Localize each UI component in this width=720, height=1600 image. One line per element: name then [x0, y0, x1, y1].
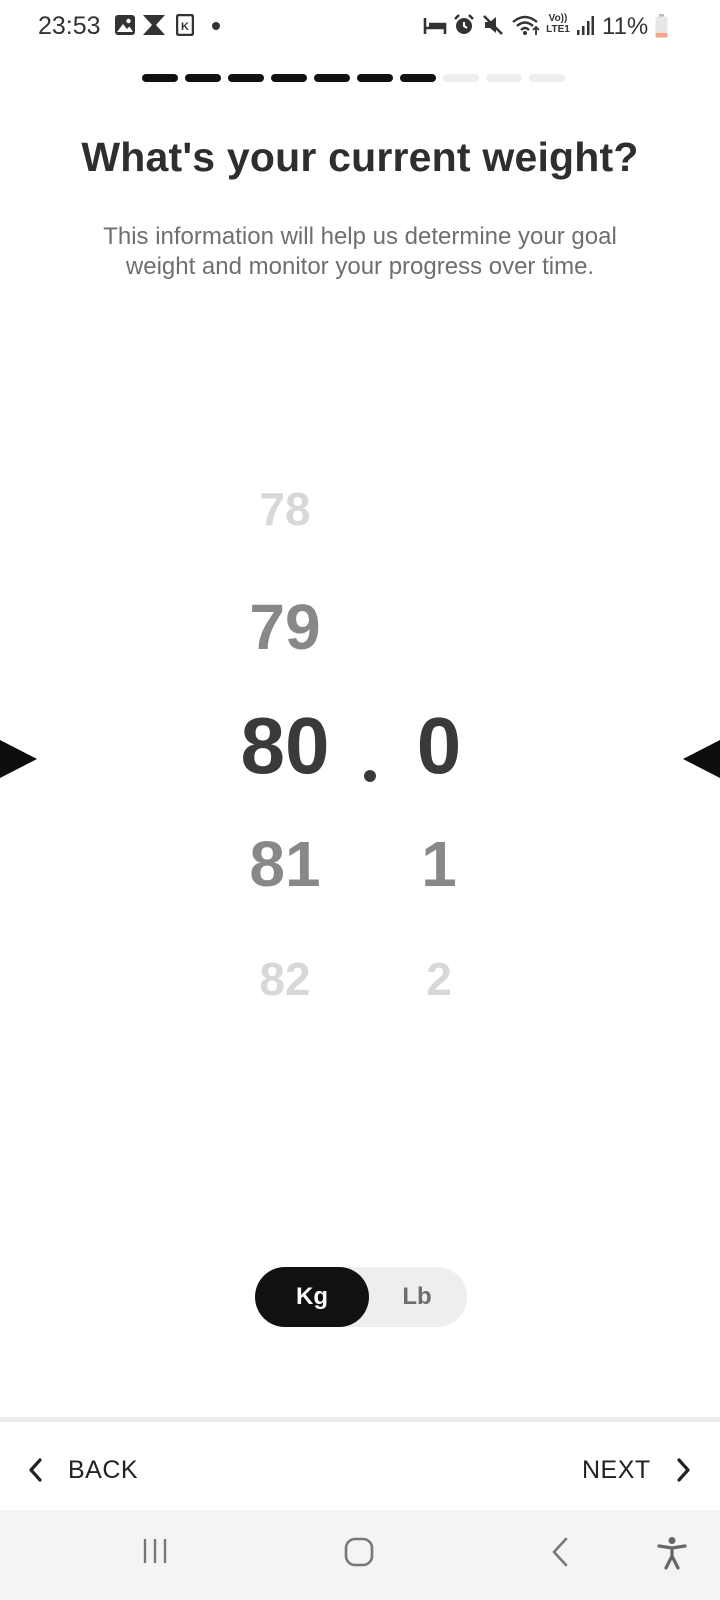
selection-indicator-left	[0, 740, 37, 778]
gallery-icon	[115, 15, 135, 35]
progress-step-complete	[314, 74, 350, 82]
system-navigation-bar	[0, 1510, 720, 1600]
next-button[interactable]: NEXT	[582, 1448, 693, 1492]
accessibility-icon[interactable]	[657, 1536, 687, 1570]
status-time: 23:53	[38, 12, 101, 40]
next-label: NEXT	[582, 1455, 651, 1484]
hourglass-icon	[143, 15, 165, 35]
progress-step-pending	[486, 74, 522, 82]
bottom-divider	[0, 1417, 720, 1422]
signal-icon	[577, 16, 594, 35]
progress-step-complete	[142, 74, 178, 82]
battery-icon	[655, 14, 668, 38]
status-bar: 23:53 K Vo)) LTE1 11%	[0, 0, 720, 52]
mute-icon	[483, 15, 503, 35]
svg-text:K: K	[181, 21, 189, 33]
alarm-icon	[454, 14, 474, 34]
page-subtitle: This information will help us determine …	[103, 223, 617, 280]
wheel-item-selected[interactable]: 0	[369, 700, 509, 792]
system-back-icon[interactable]	[549, 1536, 571, 1568]
wheel-item-selected[interactable]: 80	[215, 700, 355, 792]
wheel-item[interactable]: 1	[369, 827, 509, 901]
home-icon[interactable]	[343, 1536, 375, 1568]
progress-step-complete	[357, 74, 393, 82]
wifi-icon	[512, 15, 540, 35]
back-label: BACK	[68, 1455, 139, 1484]
unit-lb-option[interactable]: Lb	[367, 1267, 467, 1327]
wheel-item[interactable]: 2	[369, 952, 509, 1006]
k-app-icon: K	[176, 14, 194, 36]
notification-dot	[212, 22, 220, 30]
unit-kg-option[interactable]: Kg	[255, 1267, 369, 1327]
progress-step-complete	[185, 74, 221, 82]
progress-step-complete	[271, 74, 307, 82]
back-button[interactable]: BACK	[26, 1448, 138, 1492]
progress-step-pending	[443, 74, 479, 82]
progress-step-complete	[400, 74, 436, 82]
wheel-item[interactable]: 78	[215, 482, 355, 536]
chevron-left-icon	[29, 1458, 42, 1482]
unit-toggle: Lb Kg	[255, 1267, 467, 1327]
recent-apps-icon[interactable]	[140, 1536, 170, 1566]
volte-lte-icon: Vo)) LTE1	[546, 13, 570, 35]
wheel-item[interactable]: 81	[215, 827, 355, 901]
sleep-mode-icon	[423, 18, 447, 34]
page-title: What's your current weight?	[81, 134, 639, 180]
progress-step-pending	[529, 74, 565, 82]
selection-indicator-right	[683, 740, 720, 778]
battery-percent: 11%	[602, 13, 649, 40]
wheel-item[interactable]: 79	[215, 590, 355, 664]
chevron-right-icon	[677, 1458, 690, 1482]
wheel-item[interactable]: 82	[215, 952, 355, 1006]
progress-step-complete	[228, 74, 264, 82]
onboarding-progress	[142, 74, 565, 82]
